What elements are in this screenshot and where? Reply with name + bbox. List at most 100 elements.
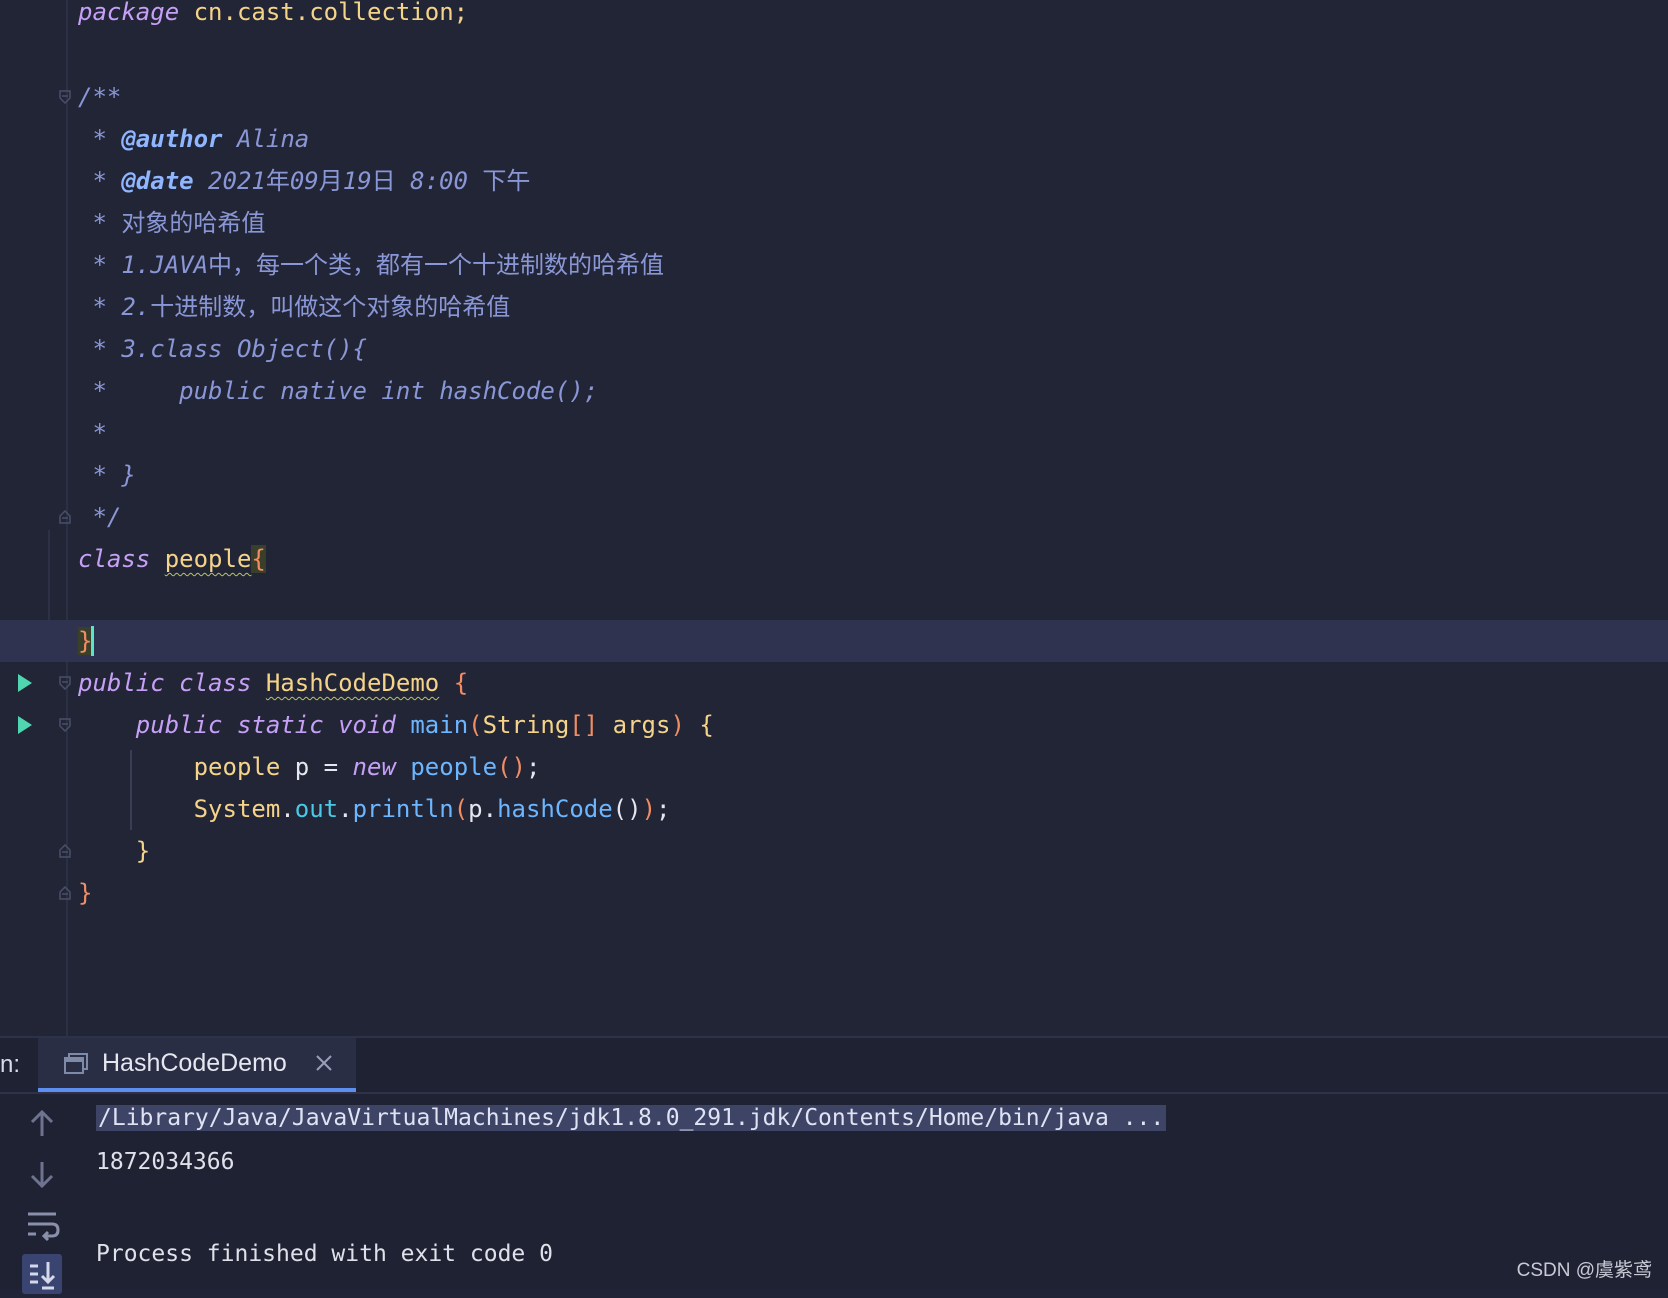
code-line[interactable]: }: [0, 872, 1668, 914]
code-token: public class: [78, 669, 266, 697]
code-editor[interactable]: package cn.cast.collection; /** * @autho…: [0, 0, 1668, 1036]
console-output[interactable]: /Library/Java/JavaVirtualMachines/jdk1.8…: [96, 1094, 1656, 1290]
code-token: class: [78, 545, 165, 573]
code-token: 2021: [193, 167, 266, 195]
code-token: 19: [342, 167, 372, 195]
code-token: (: [468, 711, 483, 739]
fold-open-icon[interactable]: [59, 676, 71, 690]
fold-close-icon[interactable]: [59, 510, 71, 524]
code-token: 对象的哈希值: [121, 209, 266, 237]
code-token: ;: [525, 753, 541, 781]
fold-open-icon[interactable]: [59, 90, 71, 104]
code-token: new: [352, 753, 411, 781]
code-line[interactable]: public static void main(String[] args) {: [0, 704, 1668, 746]
code-token: String: [482, 711, 570, 739]
code-token: public static void: [135, 711, 411, 739]
code-line[interactable]: * 1.JAVA中，每一个类，都有一个十进制数的哈希值: [0, 244, 1668, 286]
code-token: @date: [121, 167, 194, 195]
code-token: hashCode: [497, 795, 613, 823]
code-token: (): [612, 795, 642, 823]
java-command[interactable]: /Library/Java/JavaVirtualMachines/jdk1.8…: [96, 1105, 1167, 1131]
run-panel-label: n:: [0, 1051, 21, 1078]
code-token: {: [699, 711, 714, 739]
code-token: System: [193, 795, 281, 823]
code-token: *: [78, 209, 122, 237]
code-token: 下午: [482, 167, 531, 195]
code-token: */: [78, 503, 122, 531]
console-window-icon: [64, 1053, 88, 1075]
code-token: Alina: [222, 125, 310, 153]
code-token: people: [193, 753, 281, 781]
code-token: .: [338, 795, 353, 823]
fold-close-icon[interactable]: [59, 844, 71, 858]
code-token: package: [78, 0, 194, 26]
code-token: 日: [371, 167, 396, 195]
code-line[interactable]: * }: [0, 454, 1668, 496]
code-line[interactable]: * @author Alina: [0, 118, 1668, 160]
code-token: ;: [656, 795, 671, 823]
scroll-to-end-icon[interactable]: [22, 1254, 62, 1294]
code-line[interactable]: * @date 2021年09月19日 8:00 下午: [0, 160, 1668, 202]
code-token: {: [251, 545, 266, 573]
tab-label: HashCodeDemo: [102, 1049, 287, 1077]
code-line[interactable]: * public native int hashCode();: [0, 370, 1668, 412]
code-line[interactable]: [0, 580, 1668, 622]
arrow-up-icon[interactable]: [22, 1104, 62, 1144]
code-token: cn.cast.collection;: [193, 0, 469, 26]
code-token: people: [410, 753, 498, 781]
code-token: *: [78, 125, 122, 153]
code-line[interactable]: people p = new people();: [0, 746, 1668, 788]
code-line[interactable]: /**: [0, 76, 1668, 118]
current-code-line[interactable]: }: [0, 620, 1668, 662]
code-token: }: [78, 879, 93, 907]
code-token: * 2.: [78, 293, 151, 321]
code-line[interactable]: */: [0, 496, 1668, 538]
tab-hashcodedemo[interactable]: HashCodeDemo: [38, 1038, 356, 1092]
code-line[interactable]: class people{: [0, 538, 1668, 580]
arrow-down-icon[interactable]: [22, 1154, 62, 1194]
run-gutter-icon[interactable]: [16, 715, 34, 735]
code-token: *: [78, 167, 122, 195]
code-token: /**: [78, 83, 122, 111]
code-line[interactable]: * 对象的哈希值: [0, 202, 1668, 244]
soft-wrap-icon[interactable]: [22, 1204, 62, 1244]
code-token: (): [497, 753, 526, 781]
code-token: out: [294, 795, 339, 823]
code-token: p.: [468, 795, 498, 823]
code-line[interactable]: package cn.cast.collection;: [0, 0, 1668, 33]
code-token: 中，每一个类，都有一个十进制数的哈希值: [208, 251, 665, 279]
code-token: 09: [289, 167, 319, 195]
code-token: []: [569, 711, 599, 739]
code-token: *: [78, 419, 107, 447]
code-line[interactable]: * 2.十进制数，叫做这个对象的哈希值: [0, 286, 1668, 328]
console-line-exit: Process finished with exit code 0: [96, 1241, 553, 1267]
fold-close-icon[interactable]: [59, 886, 71, 900]
code-token: 月: [318, 167, 343, 195]
code-line[interactable]: [0, 33, 1668, 75]
code-token: 8:00: [395, 167, 483, 195]
code-line[interactable]: public class HashCodeDemo {: [0, 662, 1668, 704]
console-line-command[interactable]: /Library/Java/JavaVirtualMachines/jdk1.8…: [96, 1098, 1167, 1138]
console-line-output: 1872034366: [96, 1149, 235, 1175]
code-token: people: [164, 545, 252, 573]
code-token: println: [352, 795, 454, 823]
code-token: {: [453, 669, 469, 697]
code-token: * public native int hashCode();: [78, 377, 599, 405]
code-token: * }: [78, 461, 136, 489]
fold-open-icon[interactable]: [59, 718, 71, 732]
code-token: 年: [265, 167, 290, 195]
close-icon[interactable]: [314, 1053, 334, 1073]
code-line[interactable]: *: [0, 412, 1668, 454]
code-line[interactable]: }: [0, 830, 1668, 872]
code-line[interactable]: System.out.println(p.hashCode());: [0, 788, 1668, 830]
code-token: @author: [121, 125, 223, 153]
run-gutter-icon[interactable]: [16, 673, 34, 693]
text-caret: [91, 626, 94, 656]
code-token: HashCodeDemo: [265, 669, 440, 697]
code-line[interactable]: * 3.class Object(){: [0, 328, 1668, 370]
